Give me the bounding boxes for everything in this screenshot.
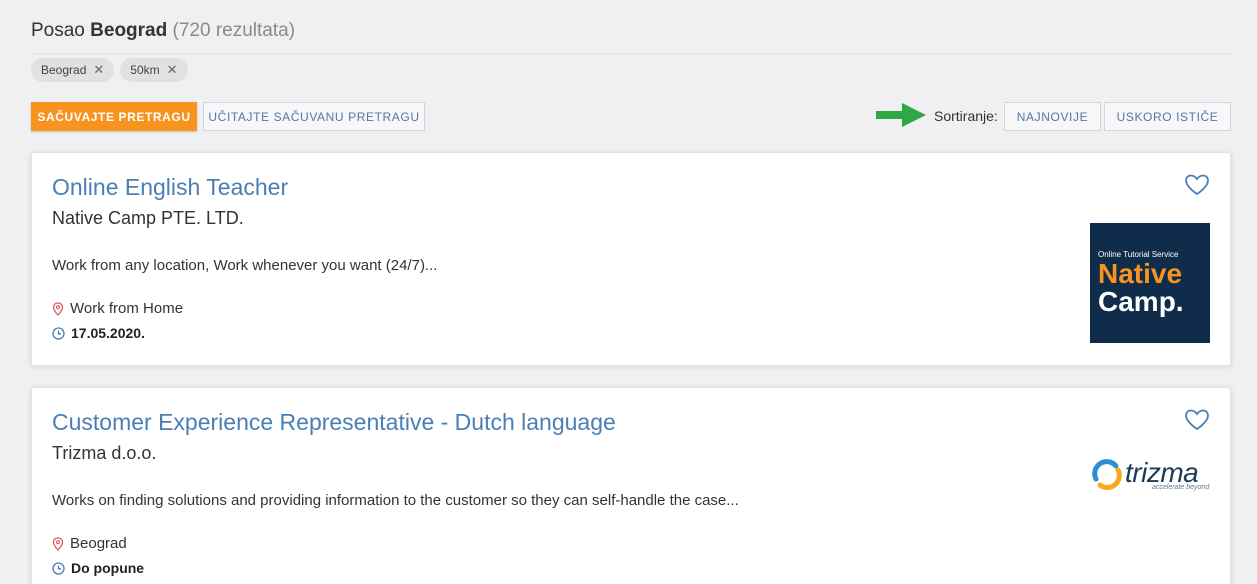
job-location: Beograd: [52, 535, 127, 552]
job-date: 17.05.2020.: [52, 325, 145, 341]
save-search-button[interactable]: SAČUVAJTE PRETRAGU: [31, 102, 197, 131]
load-saved-search-button[interactable]: UČITAJTE SAČUVANU PRETRAGU: [203, 102, 425, 131]
date-text: 17.05.2020.: [71, 325, 145, 341]
remove-filter-icon[interactable]: ✕: [93, 62, 104, 78]
job-card[interactable]: Customer Experience Representative - Dut…: [31, 387, 1231, 584]
sort-label: Sortiranje:: [934, 108, 998, 124]
heart-icon[interactable]: [1184, 174, 1210, 196]
job-title-link[interactable]: Customer Experience Representative - Dut…: [52, 409, 616, 436]
filter-chip-label: 50km: [130, 63, 160, 77]
location-pin-icon: [52, 301, 64, 316]
remove-filter-icon[interactable]: ✕: [167, 62, 178, 78]
company-name: Native Camp PTE. LTD.: [52, 208, 244, 228]
green-arrow-icon: [876, 103, 926, 127]
filter-chip-label: Beograd: [41, 63, 87, 77]
date-text: Do popune: [71, 560, 145, 576]
filter-chip-radius: 50km ✕: [120, 58, 188, 82]
heart-icon[interactable]: [1184, 409, 1210, 431]
logo-subtitle: accelerate beyond: [1152, 484, 1210, 491]
company-logo[interactable]: Online Tutorial Service Native Camp.: [1090, 223, 1210, 343]
results-count: (720 rezultata): [172, 20, 296, 41]
results-header: Posao Beograd (720 rezultata): [31, 20, 1231, 54]
location-text: Beograd: [70, 535, 127, 552]
job-title-link[interactable]: Online English Teacher: [52, 174, 288, 201]
company-name: Trizma d.o.o.: [52, 443, 157, 463]
job-description: Work from any location, Work whenever yo…: [52, 257, 438, 274]
company-logo[interactable]: trizma accelerate beyond: [1090, 457, 1212, 493]
job-search-page: Posao Beograd (720 rezultata) Beograd ✕ …: [0, 0, 1257, 584]
job-description: Works on finding solutions and providing…: [52, 492, 739, 509]
logo-line2: Camp.: [1098, 286, 1184, 317]
location-text: Work from Home: [70, 300, 184, 317]
clock-icon: [52, 561, 65, 575]
header-prefix: Posao: [31, 20, 85, 41]
logo-line1: Native: [1098, 258, 1183, 289]
header-city: Beograd: [90, 20, 168, 41]
filter-chip-location: Beograd ✕: [31, 58, 115, 82]
job-date: Do popune: [52, 560, 144, 576]
trizma-swirl-icon: [1092, 459, 1122, 490]
active-filters: Beograd ✕ 50km ✕: [31, 58, 188, 82]
job-location: Work from Home: [52, 300, 183, 317]
location-pin-icon: [52, 536, 64, 551]
sort-newest-button[interactable]: NAJNOVIJE: [1004, 102, 1101, 131]
clock-icon: [52, 326, 65, 340]
sort-expiring-button[interactable]: USKORO ISTIČE: [1104, 102, 1231, 131]
job-card[interactable]: Online English Teacher Native Camp PTE. …: [31, 152, 1231, 366]
